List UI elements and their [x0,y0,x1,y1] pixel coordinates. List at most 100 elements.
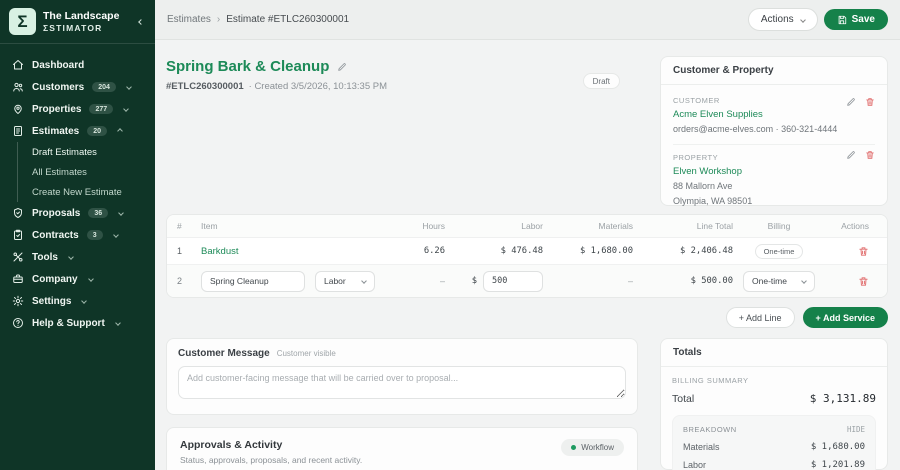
trash-icon [866,98,874,106]
materials-value: $ 1,680.00 [580,246,633,256]
breakdown-label: BREAKDOWN [683,425,737,434]
approvals-title: Approvals & Activity [180,439,283,451]
sidebar-item-help-support[interactable]: Help & Support [0,312,155,334]
customer-name-link[interactable]: Acme Elven Supplies [673,109,875,120]
property-address-line1: 88 Mallorn Ave [673,181,733,192]
sidebar-item-company[interactable]: Company [0,268,155,290]
labor-value: $ 476.48 [500,246,543,256]
hours-empty: – [439,276,445,286]
breakdown-row-label: Labor [683,460,707,470]
pencil-icon [847,98,855,106]
table-actions-row: + Add Line + Add Service [166,307,888,328]
edit-customer-button[interactable] [846,97,856,107]
approvals-activity-panel: Approvals & Activity Status, approvals, … [166,427,638,470]
save-button[interactable]: Save [823,9,888,30]
help-circle-icon [13,318,23,328]
item-name-input[interactable] [201,270,305,292]
item-type-select[interactable]: Labor [315,270,375,292]
approvals-subtitle: Status, approvals, proposals, and recent… [180,455,363,465]
chevron-down-icon [112,232,119,238]
hours-value: 6.26 [423,246,445,256]
sidebar-item-contracts[interactable]: Contracts 3 [0,224,155,246]
property-name-link[interactable]: Elven Workshop [673,166,875,177]
add-line-button[interactable]: + Add Line [725,307,795,328]
sidebar: Σ The Landscape ΣSTIMATOR Dashboard Cust… [0,0,155,470]
breakdown-row-value: $ 1,680.00 [810,442,865,452]
sidebar-item-label: Company [32,273,78,285]
home-icon [13,60,23,70]
sidebar-subitem-all-estimates[interactable]: All Estimates [18,162,155,182]
chevron-down-icon [114,320,121,326]
table-row: 1 Barkdust 6.26 $ 476.48 $ 1,680.00 $ 2,… [167,238,887,264]
trash-icon [859,246,868,256]
chevron-down-icon [361,278,367,284]
add-service-button[interactable]: + Add Service [802,307,888,328]
customers-count-badge: 204 [92,82,116,92]
sidebar-item-dashboard[interactable]: Dashboard [0,54,155,76]
sidebar-item-proposals[interactable]: Proposals 36 [0,202,155,224]
delete-line-button[interactable] [858,246,869,257]
remove-customer-button[interactable] [865,97,875,107]
customer-visible-hint: Customer visible [276,349,336,358]
item-link-barkdust[interactable]: Barkdust [201,246,239,257]
workflow-dot-icon [571,445,577,450]
estimates-submenu: Draft Estimates All Estimates Create New… [17,142,155,202]
billing-select-value: One-time [752,276,787,286]
sidebar-collapse-button[interactable] [137,18,145,26]
pencil-icon [338,62,347,71]
brand-name: The Landscape [43,10,120,23]
brand-logo: Σ [9,8,36,35]
sidebar-item-label: Help & Support [32,317,105,329]
brand-subname: ΣSTIMATOR [43,22,103,33]
remove-property-button[interactable] [865,150,875,160]
column-header-hours: Hours [422,221,445,231]
breakdown-box: BREAKDOWN HIDE Materials $ 1,680.00 Labo… [672,415,876,470]
customer-message-panel: Customer Message Customer visible [166,338,638,415]
billing-select[interactable]: One-time [743,270,815,292]
briefcase-icon [13,274,23,283]
customer-message-textarea[interactable] [178,366,626,399]
workflow-badge: Workflow [561,439,624,456]
sidebar-item-label: Dashboard [32,59,85,71]
breadcrumb-estimates[interactable]: Estimates [167,14,211,25]
sidebar-subitem-draft-estimates[interactable]: Draft Estimates [18,142,155,162]
brand-text: The Landscape ΣSTIMATOR [43,10,119,33]
table-header-row: # Item Hours Labor Materials Line Total … [167,215,887,238]
row-number: 2 [177,276,183,286]
sidebar-item-label: Proposals [32,207,81,219]
delete-line-button[interactable] [858,276,869,287]
sidebar-subitem-create-new-estimate[interactable]: Create New Estimate [18,182,155,202]
total-label: Total [672,392,695,405]
hide-breakdown-button[interactable]: HIDE [847,425,865,434]
column-header-line-total: Line Total [696,221,733,231]
chevron-down-icon [81,298,88,304]
sidebar-item-properties[interactable]: Properties 277 [0,98,155,120]
chevron-left-icon [138,18,144,25]
tools-icon [13,252,23,262]
actions-button[interactable]: Actions [747,8,818,31]
app-window: Σ The Landscape ΣSTIMATOR Dashboard Cust… [0,0,900,470]
brand-header: Σ The Landscape ΣSTIMATOR [0,0,155,44]
estimate-header: Spring Bark & Cleanup #ETLC260300001 · C… [166,56,638,206]
sidebar-item-tools[interactable]: Tools [0,246,155,268]
column-header-labor: Labor [521,221,543,231]
edit-title-button[interactable] [337,62,347,72]
customer-property-title: Customer & Property [661,57,887,85]
totals-panel: Totals BILLING SUMMARY Total $ 3,131.89 … [660,338,888,470]
sidebar-item-customers[interactable]: Customers 204 [0,76,155,98]
map-pin-icon [14,104,22,114]
column-header-billing: Billing [767,221,791,231]
document-icon [14,126,22,136]
gear-icon [12,295,24,307]
chevron-down-icon [126,84,132,90]
materials-empty: – [627,276,633,286]
total-value: $ 3,131.89 [809,392,876,405]
sidebar-item-estimates[interactable]: Estimates 20 [0,120,155,142]
sidebar-item-settings[interactable]: Settings [0,290,155,312]
billing-badge: One-time [754,243,804,259]
trash-icon [859,276,868,286]
topbar: Estimates › Estimate #ETLC260300001 Acti… [155,0,900,40]
labor-amount-input[interactable] [483,270,543,292]
edit-property-button[interactable] [846,150,856,160]
column-header-item: Item [201,221,218,231]
